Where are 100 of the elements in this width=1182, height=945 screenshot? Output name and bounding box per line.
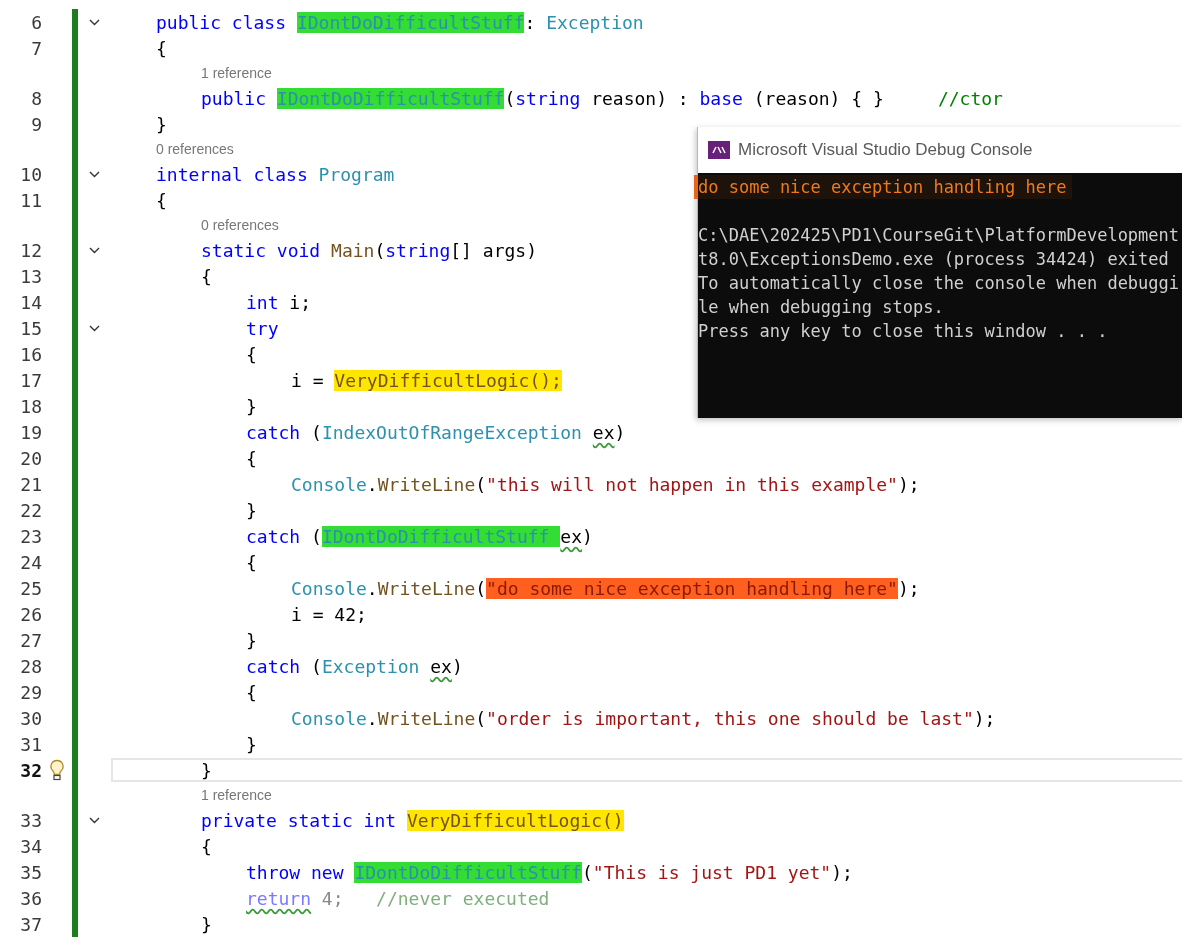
line-number: 11 <box>19 189 42 211</box>
code-token: "This is just PD1 yet" <box>592 861 832 883</box>
code-token: [] args) <box>450 239 537 261</box>
code-token: try <box>246 317 279 339</box>
code-token: catch <box>246 525 302 547</box>
code-token: VeryDifficultLogic() <box>406 809 624 831</box>
code-token: ); <box>897 577 920 599</box>
code-token: : <box>524 11 537 33</box>
code-token: //never executed <box>376 887 550 909</box>
code-token: VeryDifficultLogic(); <box>334 369 562 391</box>
line-number: 20 <box>19 447 42 469</box>
code-token: { <box>246 343 257 365</box>
code-token: ( <box>475 473 487 495</box>
line-number: 28 <box>19 655 42 677</box>
code-token: ex <box>592 421 615 443</box>
chevron-down-icon[interactable] <box>89 18 100 26</box>
line-number: 29 <box>19 681 42 703</box>
code-token: return <box>246 887 312 909</box>
line-number: 14 <box>19 291 42 313</box>
code-token: internal class <box>156 163 309 185</box>
code-token: { <box>156 37 167 59</box>
code-token: i; <box>289 291 312 313</box>
code-token: "do some nice exception handling here" <box>486 577 898 599</box>
chevron-down-icon[interactable] <box>89 816 100 824</box>
code-token: } <box>246 733 257 755</box>
code-token: ( <box>475 577 487 599</box>
line-number: 18 <box>19 395 42 417</box>
line-number: 12 <box>19 239 42 261</box>
code-token: { <box>201 265 212 287</box>
code-token: IDontDoDifficultStuff <box>276 87 505 109</box>
line-number: 24 <box>19 551 42 573</box>
code-token: Main <box>331 239 375 261</box>
code-token: reason) : <box>591 87 690 109</box>
reference-count[interactable]: 0 references <box>156 141 234 157</box>
line-number: 33 <box>19 809 42 831</box>
chevron-down-icon[interactable] <box>89 324 100 332</box>
line-number: 10 <box>19 163 42 185</box>
line-number: 16 <box>19 343 42 365</box>
code-token: . <box>366 473 378 495</box>
code-token: ( <box>311 655 322 677</box>
code-token: catch <box>246 655 302 677</box>
code-token: { <box>201 835 212 857</box>
code-token: string <box>515 87 582 109</box>
reference-count[interactable]: 1 reference <box>201 787 272 803</box>
code-token: ) <box>614 421 626 443</box>
code-token: ( <box>311 525 322 547</box>
code-token: Console <box>291 577 367 599</box>
code-token: Console <box>291 473 367 495</box>
code-token: base <box>699 87 744 109</box>
code-token: string <box>385 239 451 261</box>
code-token: ( <box>374 239 386 261</box>
line-number: 15 <box>19 317 42 339</box>
code-token: ); <box>897 473 920 495</box>
code-token: Exception <box>321 655 421 677</box>
code-token: "order is important, this one should be last" <box>486 707 974 729</box>
code-token: ( <box>504 87 516 109</box>
code-token: IDontDoDifficultStuff <box>321 525 561 547</box>
code-token: public <box>201 87 268 109</box>
code-token: ( <box>581 861 593 883</box>
code-token: ex <box>430 655 452 677</box>
code-token: } <box>246 499 257 521</box>
code-token: } <box>201 913 212 935</box>
reference-count[interactable]: 0 references <box>201 217 279 233</box>
line-number: 22 <box>19 499 42 521</box>
chevron-down-icon[interactable] <box>89 246 100 254</box>
code-token: ) <box>451 655 463 677</box>
line-number: 19 <box>19 421 42 443</box>
line-number: 13 <box>19 265 42 287</box>
code-token: "this will not happen in this example" <box>486 473 898 495</box>
code-token: } <box>201 759 212 781</box>
code-token: i = <box>291 369 325 391</box>
console-line: le when debugging stops. <box>698 296 945 319</box>
code-token: WriteLine <box>377 577 476 599</box>
code-token: i = 42; <box>291 603 367 625</box>
code-token: int <box>246 291 280 313</box>
code-token: . <box>366 707 378 729</box>
code-token: IDontDoDifficultStuff <box>296 11 525 33</box>
chevron-down-icon[interactable] <box>89 170 100 178</box>
code-token: WriteLine <box>377 707 476 729</box>
line-number: 34 <box>19 835 42 857</box>
code-token: Program <box>318 163 395 185</box>
line-number: 27 <box>19 629 42 651</box>
code-token: ); <box>831 861 853 883</box>
line-number: 35 <box>19 861 42 883</box>
code-token: . <box>366 577 378 599</box>
code-token: { <box>246 681 257 703</box>
code-token: 4; <box>320 887 345 909</box>
code-token: ( <box>475 707 487 729</box>
code-token: { <box>246 447 257 469</box>
code-token: { <box>246 551 257 573</box>
line-number: 37 <box>19 913 42 935</box>
code-token: catch <box>246 421 302 443</box>
lightbulb-icon[interactable] <box>49 759 65 781</box>
window-title: Microsoft Visual Studio Debug Console <box>738 140 1033 160</box>
code-token: } <box>156 113 167 135</box>
code-token: Console <box>291 707 367 729</box>
console-app-icon <box>708 141 730 159</box>
reference-count[interactable]: 1 reference <box>201 65 272 81</box>
code-token: ex <box>560 525 582 547</box>
line-number: 9 <box>30 113 42 135</box>
